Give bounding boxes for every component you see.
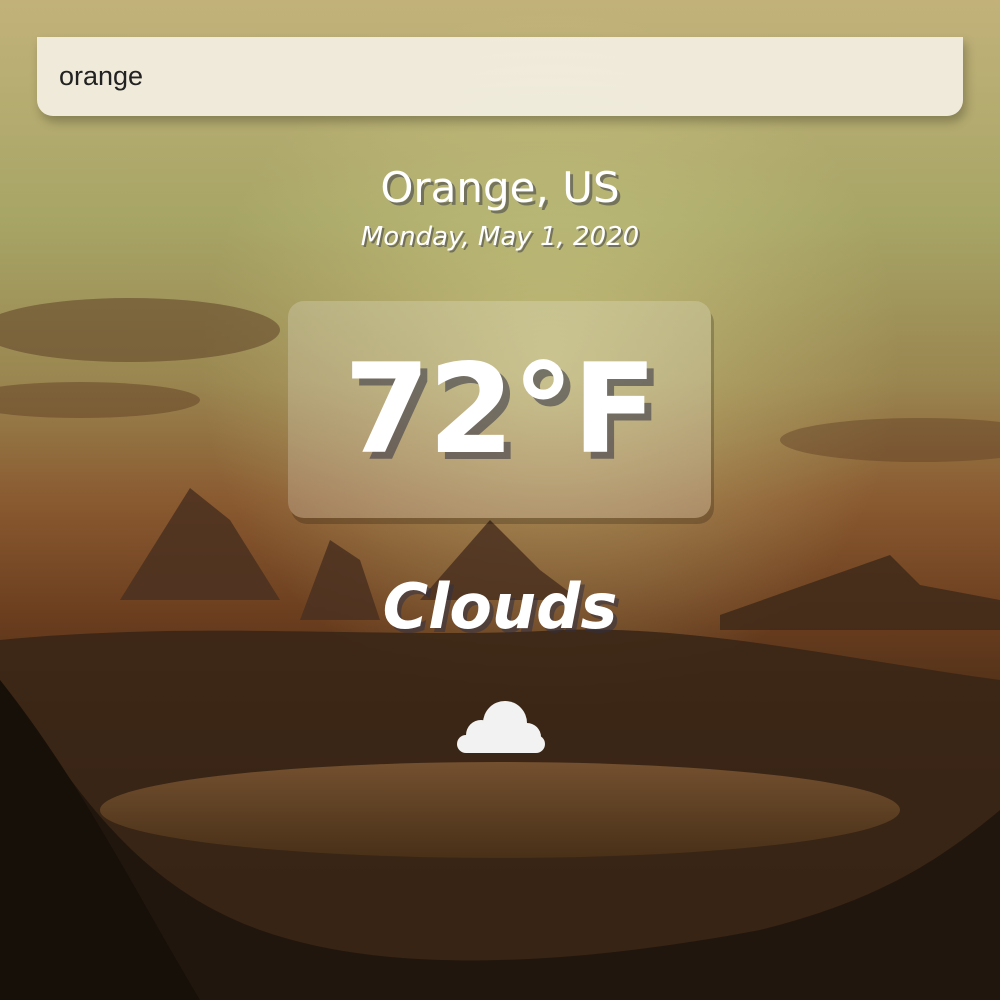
- temperature-value: 72°F: [343, 337, 657, 482]
- temperature-panel: 72°F: [288, 301, 711, 518]
- weather-condition: Clouds: [382, 570, 618, 643]
- search-box: [37, 37, 963, 116]
- cloud-icon: [455, 697, 547, 757]
- current-date: Monday, May 1, 2020: [360, 222, 640, 252]
- location-name: Orange, US: [380, 163, 620, 212]
- search-input[interactable]: [37, 37, 963, 116]
